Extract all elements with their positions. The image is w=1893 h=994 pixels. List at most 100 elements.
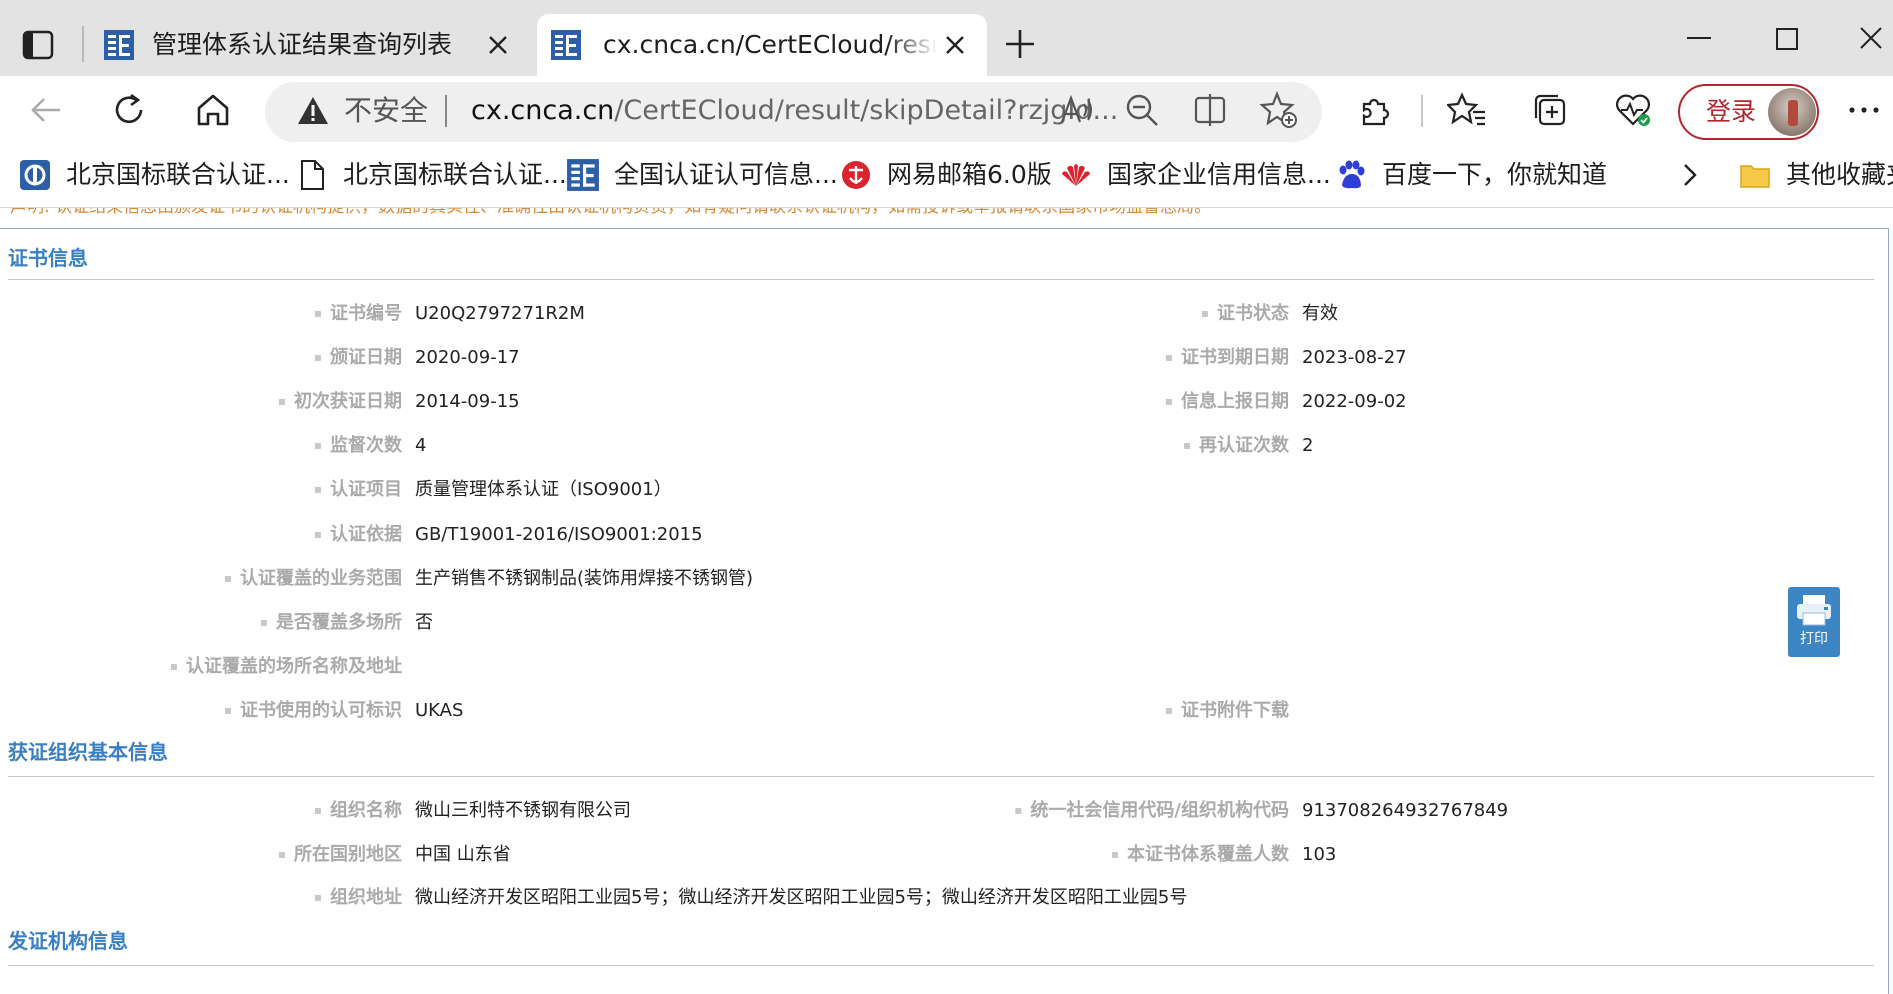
window-close-icon[interactable] xyxy=(1855,20,1887,56)
section-divider xyxy=(8,776,1874,777)
new-tab-plus-icon[interactable] xyxy=(1002,24,1038,64)
login-button[interactable]: 登录 xyxy=(1678,84,1819,140)
value-cert-status: 有效 xyxy=(1302,303,1338,324)
more-menu-icon[interactable] xyxy=(1844,90,1884,130)
bookmark-item[interactable]: 北京国标联合认证... xyxy=(295,155,567,195)
warning-triangle-icon[interactable] xyxy=(296,94,330,128)
value-project: 质量管理体系认证（ISO9001） xyxy=(415,479,672,500)
label-recert-count: 再认证次数 xyxy=(889,433,1289,460)
label-credit-code: 统一社会信用代码/组织机构代码 xyxy=(889,798,1289,825)
refresh-icon[interactable] xyxy=(109,90,149,130)
value-region: 中国 山东省 xyxy=(415,844,511,865)
bookmark-label: 百度一下，你就知道 xyxy=(1382,160,1608,189)
address-divider xyxy=(445,95,447,127)
bookmark-label: 北京国标联合认证... xyxy=(343,160,567,189)
favorites-icon[interactable] xyxy=(1447,90,1487,130)
value-report-date: 2022-09-02 xyxy=(1302,391,1407,412)
netease-mail-icon xyxy=(842,161,870,189)
value-basis: GB/T19001-2016/ISO9001:2015 xyxy=(415,524,703,545)
read-aloud-icon[interactable] xyxy=(1057,90,1097,130)
label-address: 组织地址 xyxy=(2,885,402,912)
label-headcount: 本证书体系覆盖人数 xyxy=(889,842,1289,869)
value-first-date: 2014-09-15 xyxy=(415,391,520,412)
label-attachment: 证书附件下载 xyxy=(889,698,1289,725)
printer-icon xyxy=(1797,595,1831,626)
section-divider xyxy=(8,279,1874,280)
minimize-icon[interactable] xyxy=(1683,20,1715,56)
cnca-favicon-icon xyxy=(551,30,581,60)
bookmark-item[interactable]: 北京国标联合认证... xyxy=(18,155,290,195)
value-org-name: 微山三利特不锈钢有限公司 xyxy=(415,800,631,821)
label-scope: 认证覆盖的业务范围 xyxy=(2,566,402,593)
bookmark-label: 其他收藏夹 xyxy=(1786,160,1893,189)
value-expire-date: 2023-08-27 xyxy=(1302,347,1407,368)
baidu-icon xyxy=(1339,160,1365,189)
value-headcount: 103 xyxy=(1302,844,1337,865)
label-project: 认证项目 xyxy=(2,477,402,504)
collections-icon[interactable] xyxy=(1530,90,1570,130)
tab-title: 管理体系认证结果查询列表 xyxy=(152,30,453,59)
avatar xyxy=(1768,88,1816,136)
tab-title: cx.cnca.cn/CertECloud/result/skipDetail?… xyxy=(603,30,937,59)
other-bookmarks-folder[interactable]: 其他收藏夹 xyxy=(1738,155,1893,195)
cnca-icon xyxy=(567,159,599,191)
value-recert-count: 2 xyxy=(1302,435,1314,456)
label-region: 所在国别地区 xyxy=(2,842,402,869)
tab-separator xyxy=(82,26,84,62)
cnca-favicon-icon xyxy=(104,30,134,60)
label-audit-count: 监督次数 xyxy=(2,433,402,460)
value-multi-site: 否 xyxy=(415,612,433,633)
label-report-date: 信息上报日期 xyxy=(889,389,1289,416)
label-first-date: 初次获证日期 xyxy=(2,389,402,416)
browser-essentials-icon[interactable] xyxy=(1613,90,1653,130)
back-arrow-icon[interactable] xyxy=(26,90,66,130)
close-icon[interactable] xyxy=(943,33,967,57)
section-title-issuer: 发证机构信息 xyxy=(8,929,128,953)
url-path: /CertECloud/result/skipDetail?rzjgId... xyxy=(614,95,1119,126)
label-basis: 认证依据 xyxy=(2,522,402,549)
split-screen-icon[interactable] xyxy=(1190,90,1230,130)
document-icon xyxy=(301,160,324,190)
value-credit-code: 913708264932767849 xyxy=(1302,800,1509,821)
section-divider xyxy=(8,965,1874,966)
tab-cert-list[interactable]: 管理体系认证结果查询列表 xyxy=(90,14,530,76)
disclaimer-notice: 声明: 认证结果信息由颁发证书的认证机构提供，数据的真实性、准确性由认证机构负责… xyxy=(10,208,1211,218)
label-expire-date: 证书到期日期 xyxy=(889,345,1289,372)
label-cert-status: 证书状态 xyxy=(889,301,1289,328)
label-org-name: 组织名称 xyxy=(2,798,402,825)
bookmark-label: 国家企业信用信息... xyxy=(1107,160,1331,189)
close-icon[interactable] xyxy=(486,33,510,57)
zoom-out-icon[interactable] xyxy=(1122,90,1162,130)
label-issue-date: 颁证日期 xyxy=(2,345,402,372)
extensions-icon[interactable] xyxy=(1356,90,1396,130)
bookmark-item[interactable]: 全国认证认可信息... xyxy=(566,155,838,195)
value-cert-no: U20Q2797271R2M xyxy=(415,303,585,324)
url-host: cx.cnca.cn xyxy=(471,95,615,126)
label-accreditation: 证书使用的认可标识 xyxy=(2,698,402,725)
bookmark-item[interactable]: 百度一下，你就知道 xyxy=(1334,155,1607,195)
tab-strip: 管理体系认证结果查询列表 cx.cnca.cn/CertECloud/resul… xyxy=(0,0,1893,76)
label-multi-site: 是否覆盖多场所 xyxy=(2,610,402,637)
value-scope: 生产销售不锈钢制品(装饰用焊接不锈钢管) xyxy=(415,568,754,589)
add-favorite-icon[interactable] xyxy=(1259,90,1299,130)
security-status-label[interactable]: 不安全 xyxy=(344,92,428,130)
url-text[interactable]: cx.cnca.cn/CertECloud/result/skipDetail?… xyxy=(471,92,1118,130)
label-cert-no: 证书编号 xyxy=(2,301,402,328)
maximize-icon[interactable] xyxy=(1771,20,1803,56)
value-issue-date: 2020-09-17 xyxy=(415,347,520,368)
print-button[interactable]: 打印 xyxy=(1788,587,1840,657)
tab-actions-icon[interactable] xyxy=(20,28,56,62)
bookmark-item[interactable]: 国家企业信用信息... xyxy=(1059,155,1331,195)
bookmark-label: 网易邮箱6.0版 xyxy=(887,160,1052,189)
value-accreditation: UKAS xyxy=(415,700,464,721)
value-audit-count: 4 xyxy=(415,435,427,456)
section-title-cert: 证书信息 xyxy=(8,246,88,270)
home-icon[interactable] xyxy=(193,90,233,130)
chevron-right-icon[interactable] xyxy=(1675,160,1705,190)
page-viewport: 声明: 认证结果信息由颁发证书的认证机构提供，数据的真实性、准确性由认证机构负责… xyxy=(0,208,1893,994)
print-label: 打印 xyxy=(1800,631,1828,647)
huawei-icon xyxy=(1062,164,1090,186)
tab-cert-detail[interactable]: cx.cnca.cn/CertECloud/result/skipDetail?… xyxy=(537,14,987,76)
toolbar-divider xyxy=(1421,95,1423,127)
bookmark-item[interactable]: 网易邮箱6.0版 xyxy=(839,155,1052,195)
